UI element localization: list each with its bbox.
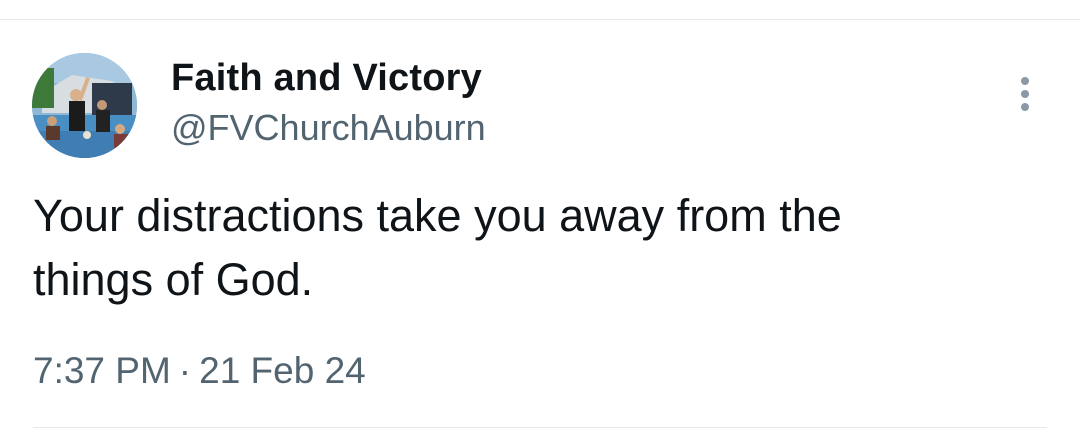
bottom-divider	[33, 427, 1047, 428]
top-divider	[0, 19, 1080, 20]
tweet-text-line: things of God.	[33, 254, 314, 305]
timestamp-separator: ·	[178, 350, 192, 391]
author-avatar[interactable]	[32, 53, 137, 158]
author-display-name[interactable]: Faith and Victory	[171, 56, 482, 100]
tweet-text: Your distractions take you away from the…	[33, 184, 1033, 312]
more-vertical-icon	[1021, 77, 1029, 111]
author-handle[interactable]: @FVChurchAuburn	[171, 106, 486, 150]
tweet-time[interactable]: 7:37 PM	[33, 350, 171, 391]
tweet-timestamp[interactable]: 7:37 PM · 21 Feb 24	[33, 348, 366, 394]
tweet-text-line: Your distractions take you away from the	[33, 190, 842, 241]
profile-photo-image	[32, 53, 137, 158]
more-options-button[interactable]	[1010, 72, 1040, 116]
tweet-date[interactable]: 21 Feb 24	[199, 350, 366, 391]
